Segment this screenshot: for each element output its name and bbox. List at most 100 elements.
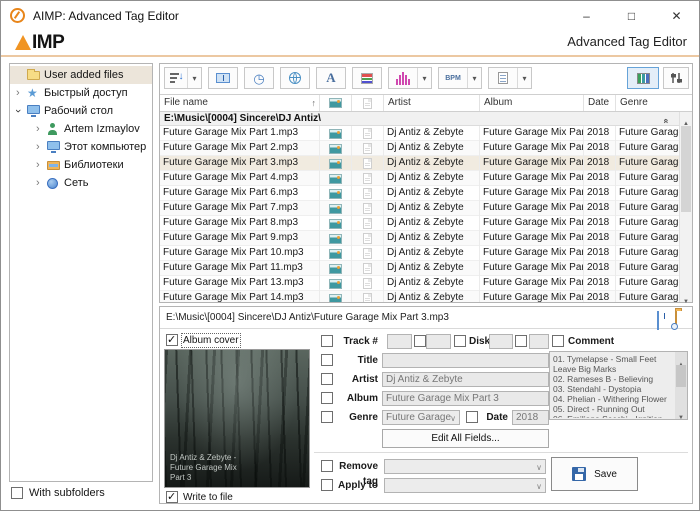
- cell-genre: Future Garage: [616, 246, 679, 261]
- date-field[interactable]: 2018: [512, 410, 549, 425]
- column-header-document[interactable]: [352, 95, 384, 111]
- bpm-dropdown-arrow[interactable]: [467, 68, 481, 88]
- scrollbar-thumb[interactable]: [676, 365, 686, 387]
- waveform-button[interactable]: [388, 67, 432, 89]
- tree-item-network[interactable]: Сеть: [10, 174, 152, 192]
- sort-dropdown-arrow[interactable]: [187, 68, 201, 88]
- star-icon: ★: [27, 87, 44, 99]
- column-header-album[interactable]: Album: [480, 95, 584, 111]
- scroll-down-icon[interactable]: [680, 290, 692, 302]
- cell-document: [352, 201, 384, 216]
- cell-album: Future Garage Mix Part 1: [480, 126, 584, 141]
- lyrics-button[interactable]: [352, 67, 382, 89]
- chevron-down-icon[interactable]: [16, 105, 27, 117]
- column-header-artist[interactable]: Artist: [384, 95, 480, 111]
- column-header-file-name[interactable]: File name ↑: [160, 95, 320, 111]
- artist-field[interactable]: Dj Antiz & Zebyte: [382, 372, 549, 387]
- sort-button[interactable]: [164, 67, 202, 89]
- track-total-checkbox[interactable]: [414, 335, 426, 347]
- track-number-field[interactable]: [387, 334, 412, 349]
- chevron-right-icon[interactable]: [16, 87, 27, 99]
- tree-item-this-pc[interactable]: Этот компьютер: [10, 138, 152, 156]
- minimize-button[interactable]: –: [564, 1, 609, 31]
- album-field[interactable]: Future Garage Mix Part 3: [382, 391, 549, 406]
- chevron-right-icon[interactable]: [36, 141, 47, 153]
- caption-line: Dj Antiz & Zebyte -: [170, 453, 237, 463]
- tree-item-user-added-files[interactable]: User added files: [10, 66, 152, 84]
- scripts-button[interactable]: [488, 67, 532, 89]
- apply-to-dropdown[interactable]: [384, 478, 546, 493]
- table-row[interactable]: Future Garage Mix Part 8.mp3Dj Antiz & Z…: [160, 216, 679, 231]
- with-subfolders-checkbox[interactable]: [11, 487, 23, 499]
- table-row[interactable]: Future Garage Mix Part 4.mp3Dj Antiz & Z…: [160, 171, 679, 186]
- chevron-right-icon[interactable]: [36, 159, 47, 171]
- cell-document: [352, 126, 384, 141]
- rename-file-icon[interactable]: [657, 312, 659, 330]
- cell-album: Future Garage Mix Part 11: [480, 261, 584, 276]
- column-header-picture[interactable]: [320, 95, 352, 111]
- table-scrollbar[interactable]: [679, 112, 692, 302]
- group-row[interactable]: E:\Music\[0004] Sincere\DJ Antiz\: [160, 112, 679, 126]
- letter-case-button[interactable]: A: [316, 67, 346, 89]
- scrollbar-thumb[interactable]: [681, 126, 691, 212]
- scroll-down-icon[interactable]: [675, 406, 687, 418]
- column-header-date[interactable]: Date: [584, 95, 616, 111]
- document-icon: [363, 188, 372, 199]
- table-row[interactable]: Future Garage Mix Part 10.mp3Dj Antiz & …: [160, 246, 679, 261]
- comment-box[interactable]: 01. Tymelapse - Small Feet Leave Big Mar…: [549, 351, 688, 420]
- comment-checkbox[interactable]: [552, 335, 564, 347]
- scroll-up-icon[interactable]: [675, 353, 687, 365]
- remove-tag-dropdown[interactable]: [384, 459, 546, 474]
- document-icon: [363, 158, 372, 169]
- chevron-right-icon[interactable]: [36, 177, 47, 189]
- table-row[interactable]: Future Garage Mix Part 2.mp3Dj Antiz & Z…: [160, 141, 679, 156]
- locate-file-icon[interactable]: [675, 311, 677, 329]
- disk-total-field[interactable]: [529, 334, 549, 349]
- columns-button[interactable]: [627, 67, 659, 89]
- waveform-dropdown-arrow[interactable]: [417, 68, 431, 88]
- album-cover-option: Album cover: [166, 334, 239, 346]
- album-cover-image[interactable]: Dj Antiz & Zebyte - Future Garage Mix Pa…: [164, 349, 310, 488]
- table-row[interactable]: Future Garage Mix Part 6.mp3Dj Antiz & Z…: [160, 186, 679, 201]
- history-button[interactable]: ◷: [244, 67, 274, 89]
- table-row[interactable]: Future Garage Mix Part 14.mp3Dj Antiz & …: [160, 291, 679, 302]
- scroll-up-icon[interactable]: [680, 112, 692, 124]
- network-icon: [47, 178, 64, 189]
- track-total-field[interactable]: [426, 334, 451, 349]
- table-body: Future Garage Mix Part 1.mp3Dj Antiz & Z…: [160, 126, 679, 302]
- table-row[interactable]: Future Garage Mix Part 11.mp3Dj Antiz & …: [160, 261, 679, 276]
- chevron-right-icon[interactable]: [36, 123, 47, 135]
- cell-album: Future Garage Mix Part 2: [480, 141, 584, 156]
- settings-button[interactable]: [663, 67, 689, 89]
- album-cover-checkbox[interactable]: [166, 334, 178, 346]
- disk-checkbox[interactable]: [454, 335, 466, 347]
- table-row[interactable]: Future Garage Mix Part 7.mp3Dj Antiz & Z…: [160, 201, 679, 216]
- scripts-dropdown-arrow[interactable]: [517, 68, 531, 88]
- disk-total-checkbox[interactable]: [515, 335, 527, 347]
- comment-scrollbar[interactable]: [675, 352, 687, 419]
- tree-item-quick-access[interactable]: ★ Быстрый доступ: [10, 84, 152, 102]
- edit-all-fields-button[interactable]: Edit All Fields...: [382, 429, 549, 448]
- web-lookup-button[interactable]: [280, 67, 310, 89]
- title-field[interactable]: [382, 353, 549, 368]
- cell-picture: [320, 186, 352, 201]
- column-header-genre[interactable]: Genre: [616, 95, 679, 111]
- tree-item-desktop[interactable]: Рабочий стол: [10, 102, 152, 120]
- rename-button[interactable]: [208, 67, 238, 89]
- tree-item-libraries[interactable]: Библиотеки: [10, 156, 152, 174]
- bpm-button[interactable]: BPM: [438, 67, 482, 89]
- cell-album: Future Garage Mix Part 13: [480, 276, 584, 291]
- table-row[interactable]: Future Garage Mix Part 13.mp3Dj Antiz & …: [160, 276, 679, 291]
- save-button[interactable]: Save: [551, 457, 638, 491]
- close-button[interactable]: ✕: [654, 1, 699, 31]
- table-row[interactable]: Future Garage Mix Part 3.mp3Dj Antiz & Z…: [160, 156, 679, 171]
- header: IMP Advanced Tag Editor: [1, 31, 699, 55]
- table-row[interactable]: Future Garage Mix Part 1.mp3Dj Antiz & Z…: [160, 126, 679, 141]
- clock-icon: ◷: [253, 72, 264, 85]
- genre-dropdown[interactable]: Future Garage: [382, 410, 460, 425]
- disk-number-field[interactable]: [489, 334, 513, 349]
- tree-item-user-profile[interactable]: Artem Izmaylov: [10, 120, 152, 138]
- write-to-file-checkbox[interactable]: [166, 491, 178, 503]
- table-row[interactable]: Future Garage Mix Part 9.mp3Dj Antiz & Z…: [160, 231, 679, 246]
- maximize-button[interactable]: □: [609, 1, 654, 31]
